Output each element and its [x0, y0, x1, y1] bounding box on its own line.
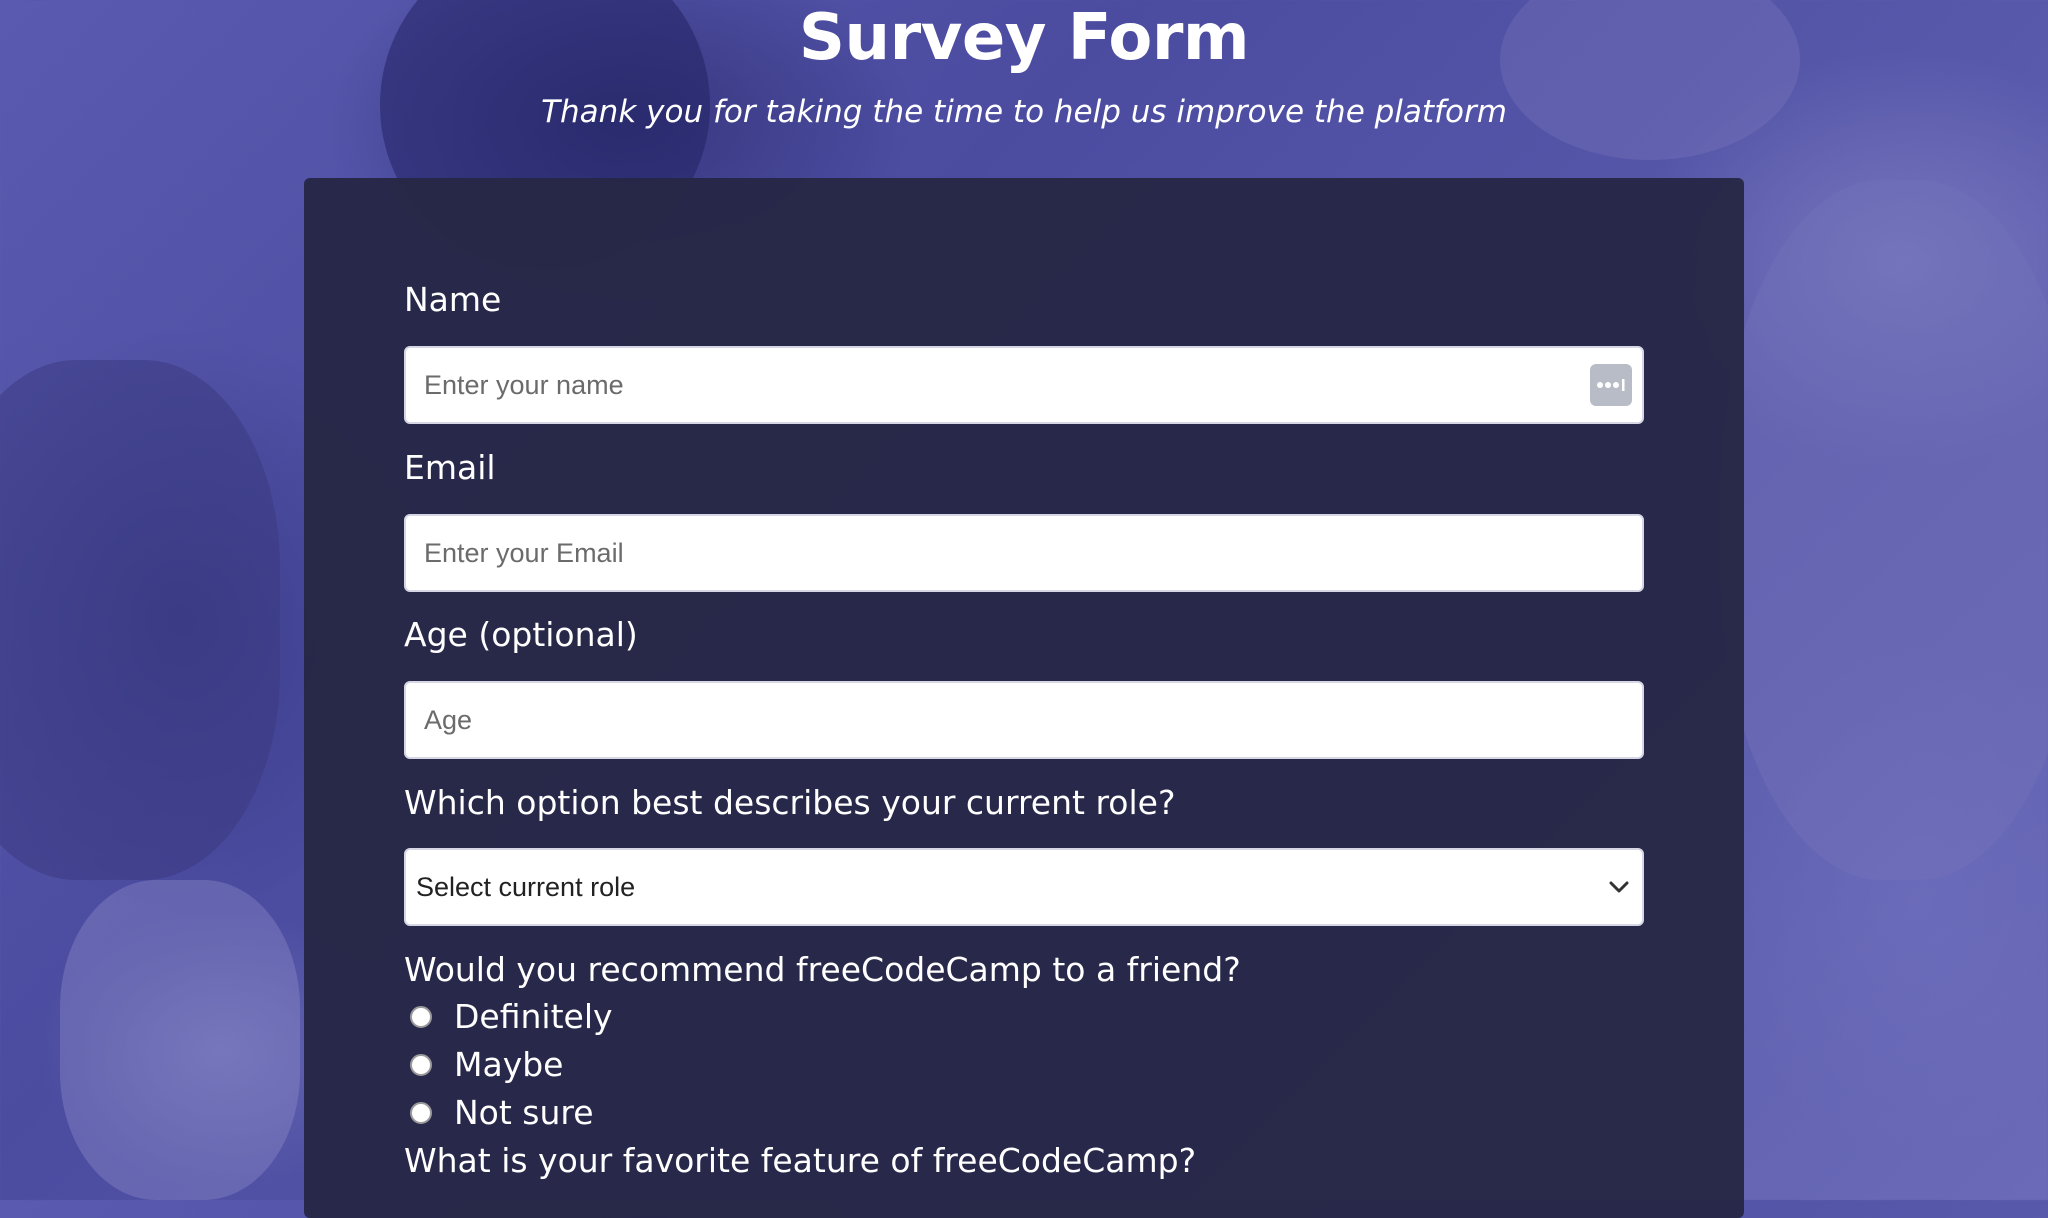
radio-option-maybe[interactable]: Maybe	[410, 1043, 563, 1087]
email-input[interactable]	[404, 514, 1644, 592]
background-figure	[1720, 180, 2048, 880]
role-select-value: Select current role	[416, 871, 636, 902]
radio-button[interactable]	[410, 1054, 432, 1076]
role-select[interactable]: Select current role	[404, 848, 1644, 926]
radio-option-not-sure[interactable]: Not sure	[410, 1091, 594, 1135]
recommend-label: Would you recommend freeCodeCamp to a fr…	[404, 950, 1241, 989]
name-label: Name	[404, 280, 502, 319]
role-label: Which option best describes your current…	[404, 783, 1176, 822]
favorite-feature-label: What is your favorite feature of freeCod…	[404, 1141, 1197, 1180]
page-title: Survey Form	[798, 1, 1250, 75]
survey-form: Name Email Age (optional) Which option b…	[304, 178, 1744, 1218]
background-figure	[0, 360, 280, 880]
radio-button[interactable]	[410, 1102, 432, 1124]
radio-label: Not sure	[454, 1093, 594, 1132]
password-autofill-icon[interactable]	[1590, 364, 1632, 406]
page-subtitle: Thank you for taking the time to help us…	[541, 94, 1507, 130]
radio-label: Maybe	[454, 1045, 564, 1084]
radio-option-definitely[interactable]: Definitely	[410, 995, 613, 1039]
chevron-down-icon	[1609, 881, 1629, 893]
radio-button[interactable]	[410, 1006, 432, 1028]
background-figure	[60, 880, 300, 1200]
age-input[interactable]	[404, 681, 1644, 759]
radio-label: Definitely	[454, 997, 613, 1036]
name-input[interactable]	[404, 346, 1644, 424]
email-label: Email	[404, 448, 496, 487]
page-header: Survey Form Thank you for taking the tim…	[0, 0, 2048, 132]
age-label: Age (optional)	[404, 615, 638, 654]
dots-icon	[1597, 379, 1625, 391]
